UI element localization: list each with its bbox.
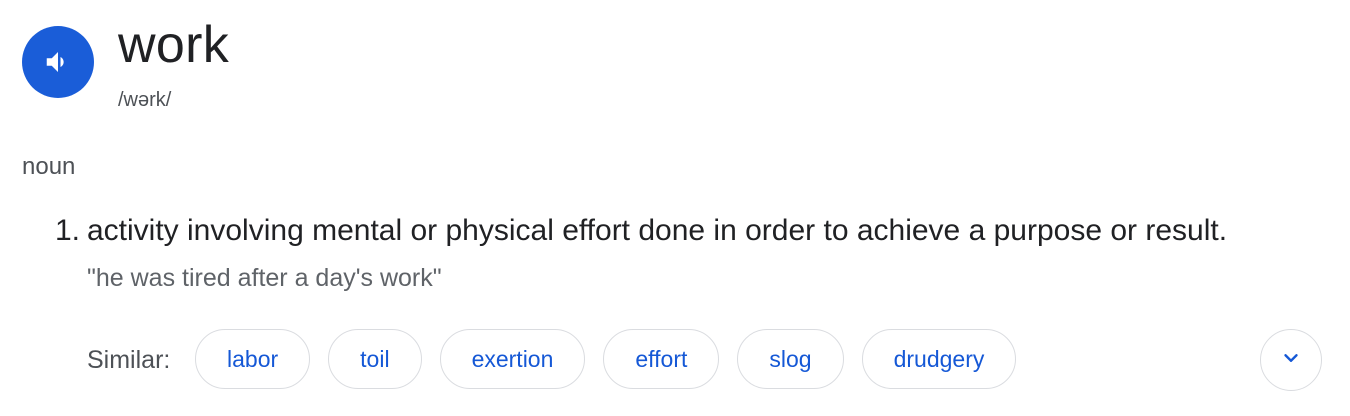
similar-chip-slog[interactable]: slog	[737, 329, 844, 389]
similar-chip-exertion[interactable]: exertion	[439, 329, 586, 389]
dictionary-card: work /wərk/ noun 1. activity involving m…	[0, 0, 1350, 416]
expand-button[interactable]	[1260, 329, 1322, 391]
headword: work	[118, 16, 229, 74]
definition-example: "he was tired after a day's work"	[87, 264, 442, 292]
similar-chip-effort[interactable]: effort	[603, 329, 720, 389]
similar-chip-drudgery[interactable]: drudgery	[861, 329, 1017, 389]
similar-chip-toil[interactable]: toil	[328, 329, 422, 389]
chevron-down-icon	[1280, 347, 1302, 374]
definition-number: 1.	[55, 214, 81, 247]
definition-text: activity involving mental or physical ef…	[87, 214, 1228, 247]
similar-label: Similar:	[87, 346, 171, 374]
speaker-icon	[43, 47, 73, 77]
part-of-speech: noun	[22, 153, 76, 180]
phonetic-spelling: /wərk/	[118, 89, 172, 111]
pronounce-button[interactable]	[22, 26, 94, 98]
similar-words: labor toil exertion effort slog drudgery	[195, 329, 1017, 389]
similar-chip-labor[interactable]: labor	[195, 329, 311, 389]
